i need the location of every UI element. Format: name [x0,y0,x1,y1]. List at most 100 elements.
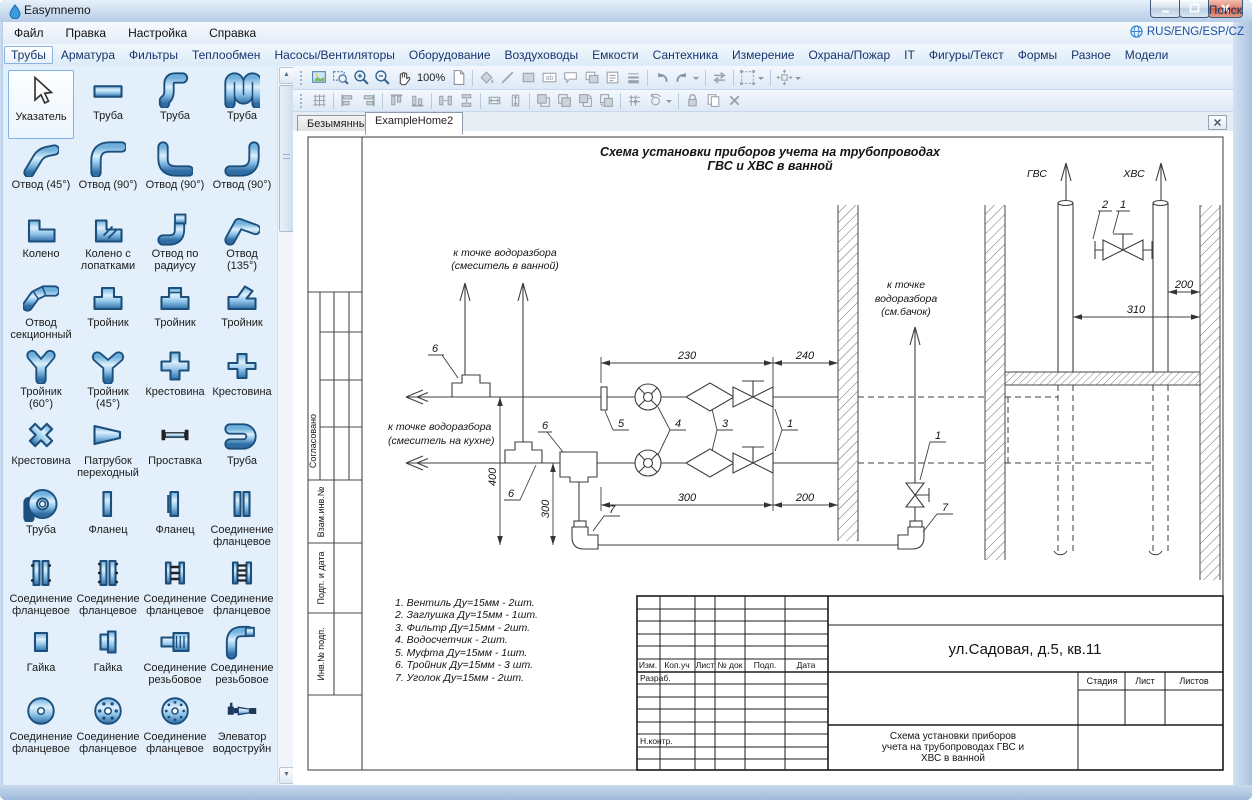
zoom-region-icon[interactable] [330,68,351,87]
category-tab[interactable]: Сантехника [647,46,724,64]
align-top-icon[interactable] [386,91,407,110]
toolbar-grip[interactable] [300,71,306,85]
palette-item-partial-a[interactable] [8,760,74,785]
category-tab[interactable]: Воздуховоды [499,46,585,64]
send-back-icon[interactable] [554,91,575,110]
palette-item-reducer[interactable]: Патрубок переходный [75,415,141,484]
undo-icon[interactable] [651,68,672,87]
palette-item-elbow-90-b[interactable]: Отвод (90°) [142,139,208,208]
palette-item-pipe-straight[interactable]: Труба [75,70,141,139]
palette-item-partial-b[interactable] [75,760,141,785]
text-label-icon[interactable]: ab [539,68,560,87]
rotate-shape-icon[interactable] [645,91,666,110]
palette-item-flange-disc[interactable]: Соединение фланцевое [8,691,74,760]
shapes-stack-icon[interactable] [581,68,602,87]
palette-item-pipe-coil-u[interactable]: Труба [209,70,275,139]
grid-icon[interactable] [309,91,330,110]
dropdown-arrow-icon[interactable] [795,77,801,83]
category-tab[interactable]: Охрана/Пожар [802,46,896,64]
palette-item-threaded-elbow[interactable]: Соединение резьбовое [209,622,275,691]
snap-grid-icon[interactable] [624,91,645,110]
properties-icon[interactable] [602,68,623,87]
select-group-icon[interactable] [737,68,758,87]
doc-tab-close-button[interactable] [1208,115,1227,130]
palette-item-cross[interactable]: Крестовина [142,346,208,415]
redo-icon[interactable] [672,68,693,87]
lock-icon[interactable] [682,91,703,110]
palette-item-elbow-135[interactable]: Отвод (135°) [209,208,275,277]
schematic-drawing[interactable]: Согласовано Взам.инв.№ Подп. и дата Инв.… [296,131,1233,785]
palette-item-elbow-90-c[interactable]: Отвод (90°) [209,139,275,208]
palette-item-pipe-z[interactable]: Труба [142,70,208,139]
palette-item-flange[interactable]: Фланец [75,484,141,553]
scroll-up-icon[interactable]: ▲ [279,67,293,84]
palette-item-water-jet-elevator[interactable]: Элеватор водоструйн [209,691,275,760]
new-page-icon[interactable] [448,68,469,87]
category-tab[interactable]: Модели [1119,46,1175,64]
palette-item-pipe-u-return[interactable]: Труба [209,415,275,484]
zoom-in-icon[interactable] [351,68,372,87]
palette-item-flange-joint-studs[interactable]: Соединение фланцевое [142,553,208,622]
callout-bubble-icon[interactable] [560,68,581,87]
palette-item-flange-disc-12[interactable]: Соединение фланцевое [142,691,208,760]
send-backward-icon[interactable] [596,91,617,110]
category-tab[interactable]: Фигуры/Текст [923,46,1010,64]
paste-icon[interactable] [703,91,724,110]
menu-item[interactable]: Правка [55,23,118,43]
zoom-out-icon[interactable] [372,68,393,87]
category-tab[interactable]: Фильтры [123,46,184,64]
palette-item-partial-d[interactable] [209,760,275,785]
palette-item-cross-2[interactable]: Крестовина [209,346,275,415]
line-style-icon[interactable] [623,68,644,87]
palette-item-knee-vanes[interactable]: Колено с лопатками [75,208,141,277]
palette-item-cursor[interactable]: Указатель [8,70,74,139]
category-tab[interactable]: Оборудование [403,46,497,64]
category-tab[interactable]: Насосы/Вентиляторы [268,46,400,64]
doc-tab-examplehome2[interactable]: ExampleHome2 [365,112,463,135]
zoom-level-label[interactable]: 100% [414,72,448,84]
palette-item-flange-disc-6[interactable]: Соединение фланцевое [75,691,141,760]
scrollbar-thumb[interactable] [279,85,293,232]
minimize-button[interactable] [1150,0,1181,18]
align-bottom-icon[interactable] [407,91,428,110]
same-height-icon[interactable] [505,91,526,110]
palette-item-elbow-45[interactable]: Отвод (45°) [8,139,74,208]
category-tab[interactable]: Теплообмен [186,46,266,64]
menu-item[interactable]: Настройка [117,23,198,43]
search-link[interactable]: Поиск [1209,3,1242,17]
fill-rect-icon[interactable] [518,68,539,87]
palette-item-flange-joint-studs-2[interactable]: Соединение фланцевое [209,553,275,622]
bring-front-icon[interactable] [533,91,554,110]
delete-icon[interactable] [724,91,745,110]
palette-item-tee[interactable]: Тройник [75,277,141,346]
category-tab[interactable]: Арматура [55,46,121,64]
language-switcher[interactable]: RUS/ENG/ESP/CZ [1130,25,1244,38]
palette-item-wye-45[interactable]: Тройник (45°) [75,346,141,415]
palette-item-spacer[interactable]: Проставка [142,415,208,484]
palette-item-elbow-90-a[interactable]: Отвод (90°) [75,139,141,208]
dropdown-arrow-icon[interactable] [666,100,672,106]
bring-forward-icon[interactable] [575,91,596,110]
category-tab[interactable]: Разное [1065,46,1117,64]
palette-item-bend-radius[interactable]: Отвод по радиусу [142,208,208,277]
palette-item-pipe-coil[interactable]: Труба [8,484,74,553]
palette-item-nut-cap[interactable]: Гайка [75,622,141,691]
palette-item-tee-diagonal[interactable]: Тройник [209,277,275,346]
swap-arrows-icon[interactable] [709,68,730,87]
distribute-v-icon[interactable] [456,91,477,110]
palette-item-elbow-section[interactable]: Отвод секционный [8,277,74,346]
resize-handles-icon[interactable] [774,68,795,87]
palette-item-flange-2[interactable]: Фланец [142,484,208,553]
category-tab[interactable]: IT [898,46,921,64]
toolbar-grip[interactable] [300,94,306,108]
pan-hand-icon[interactable] [393,68,414,87]
palette-item-flange-joint[interactable]: Соединение фланцевое [209,484,275,553]
palette-item-flange-joint-2[interactable]: Соединение фланцевое [8,553,74,622]
palette-item-knee[interactable]: Колено [8,208,74,277]
maximize-button[interactable] [1179,0,1210,18]
fill-bucket-icon[interactable] [476,68,497,87]
palette-item-cross-diagonal[interactable]: Крестовина [8,415,74,484]
distribute-h-icon[interactable] [435,91,456,110]
menu-item[interactable]: Справка [198,23,267,43]
image-zoom-icon[interactable] [309,68,330,87]
